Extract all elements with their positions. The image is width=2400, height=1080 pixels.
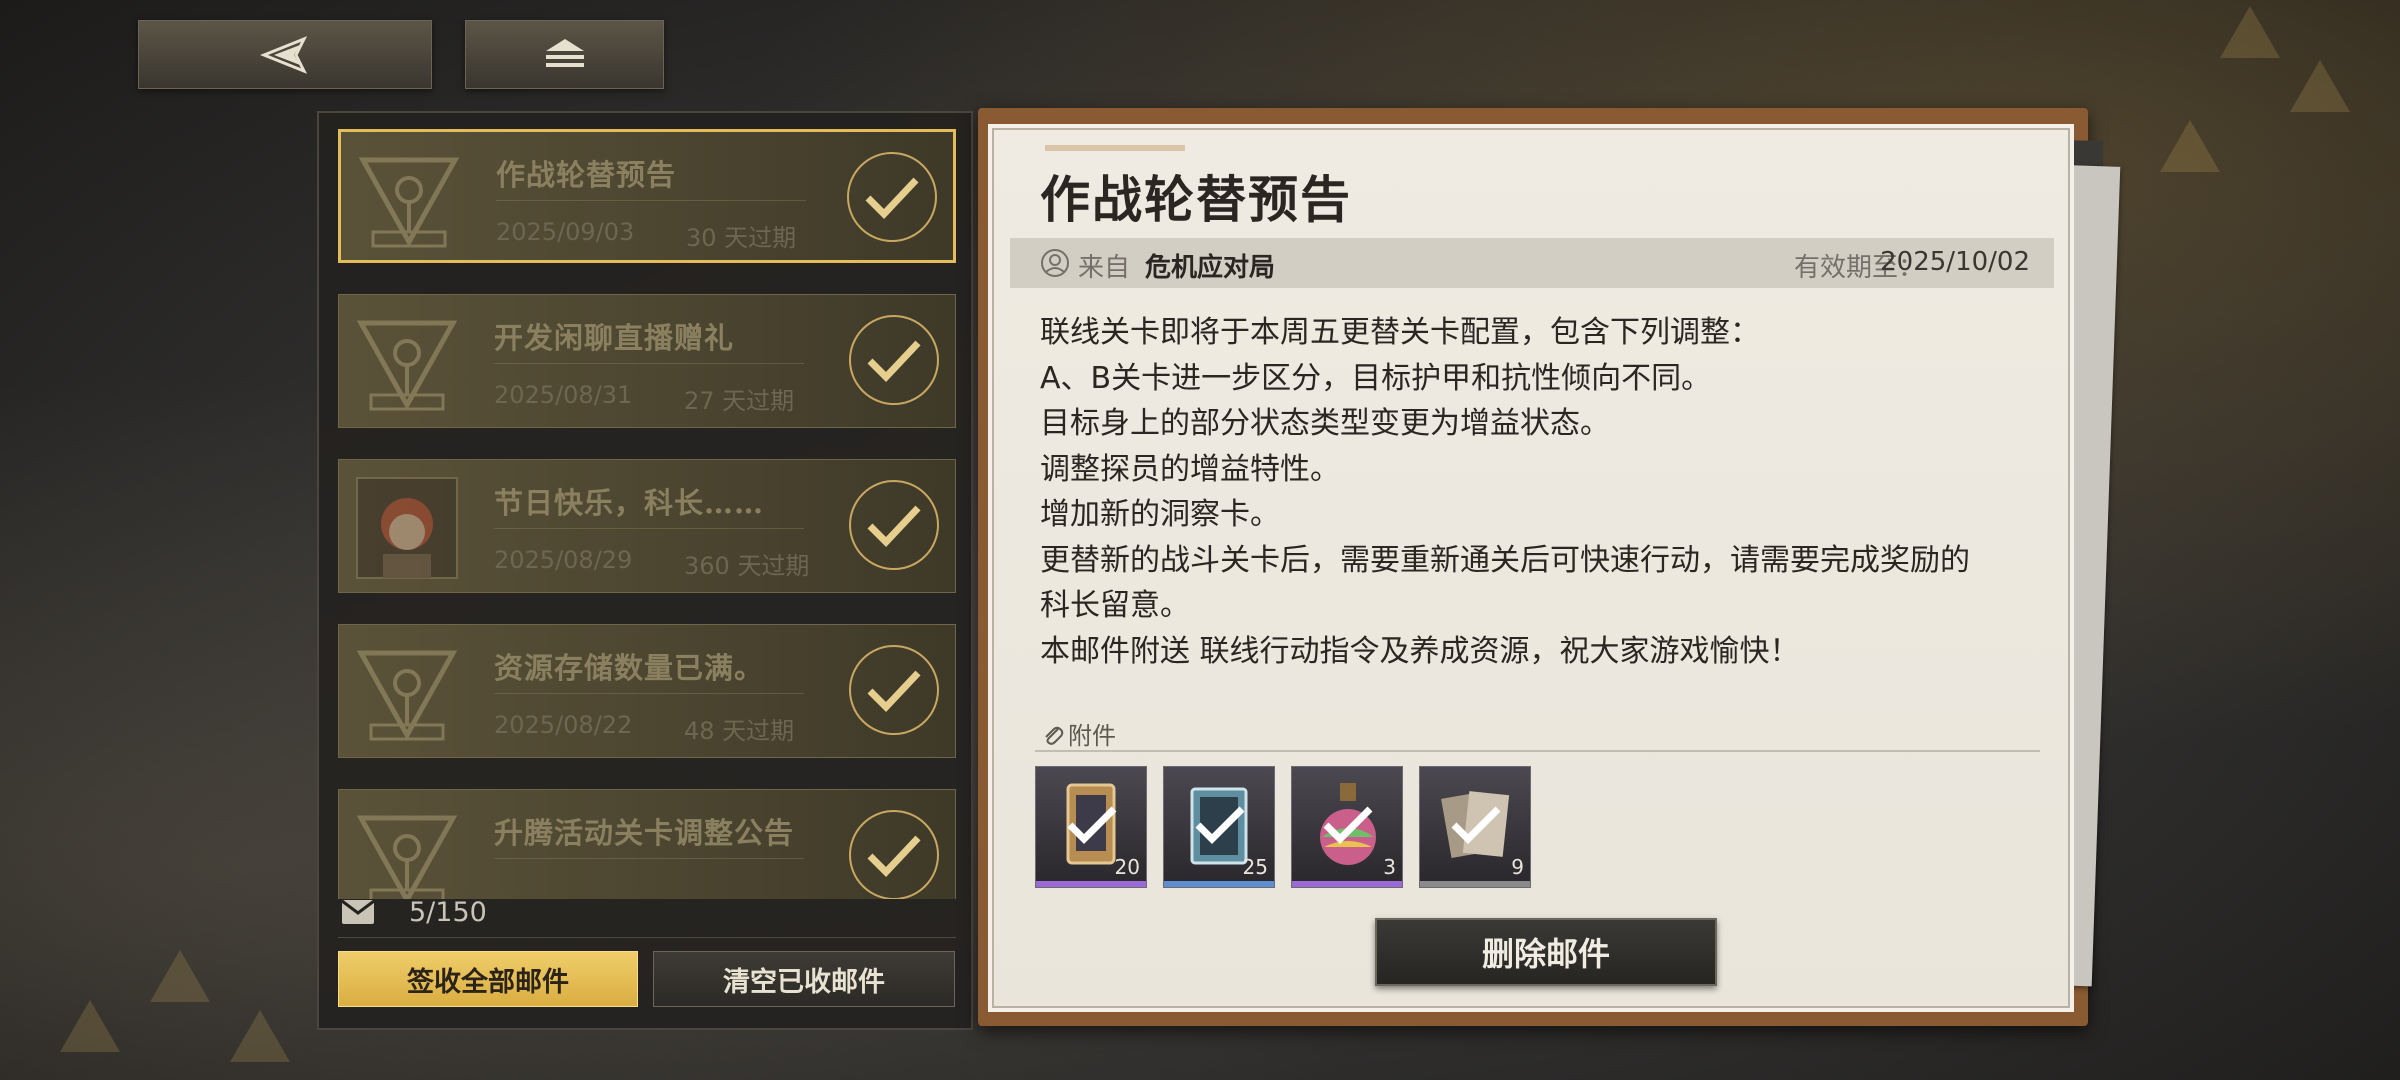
mail-item[interactable]: 资源存储数量已满。 2025/08/22 48 天过期 — [338, 624, 956, 758]
mail-list[interactable]: 作战轮替预告 2025/09/03 30 天过期 开发闲聊直播赠礼 2025/0… — [338, 129, 958, 899]
mail-title: 开发闲聊直播赠礼 — [494, 321, 735, 355]
body-line: 增加新的洞察卡。 — [1040, 497, 1280, 532]
emblem-icon — [358, 157, 460, 248]
claimed-check-icon — [1067, 806, 1117, 844]
emblem-icon — [356, 650, 458, 741]
claimed-check-icon — [849, 480, 939, 570]
body-line: 科长留意。 — [1040, 588, 1190, 623]
mail-title: 作战轮替预告 — [496, 158, 677, 192]
rarity-stripe — [1164, 881, 1274, 887]
claimed-check-icon — [849, 645, 939, 735]
attachment-pages-item[interactable]: 9 — [1419, 766, 1531, 888]
attachment-quantity: 9 — [1511, 855, 1524, 879]
claimed-check-icon — [1323, 806, 1373, 844]
decor-triangle — [2220, 6, 2280, 58]
attachment-potion-item[interactable]: 3 — [1291, 766, 1403, 888]
mail-count: 5/150 — [409, 897, 487, 928]
expiry-date: 2025/10/02 — [1880, 247, 2030, 277]
paperclip-icon — [1045, 726, 1064, 745]
claim-all-button[interactable]: 签收全部邮件 — [338, 951, 638, 1007]
mail-title: 升腾活动关卡调整公告 — [494, 816, 795, 850]
user-circle-icon — [1041, 249, 1069, 277]
body-line: 更替新的战斗关卡后，需要重新通关后可快速行动，请需要完成奖励的 — [1040, 542, 1970, 578]
character-portrait — [356, 477, 458, 579]
attachment-book-item[interactable]: 25 — [1163, 766, 1275, 888]
mail-item[interactable]: 节日快乐，科长…… 2025/08/29 360 天过期 — [338, 459, 956, 593]
emblem-icon — [356, 815, 458, 899]
claimed-check-icon — [849, 810, 939, 899]
body-line: 本邮件附送 联线行动指令及养成资源，祝大家游戏愉快！ — [1040, 633, 1800, 669]
mail-item[interactable]: 升腾活动关卡调整公告 — [338, 789, 956, 899]
body-line: 调整探员的增益特性。 — [1040, 451, 1340, 487]
divider — [496, 200, 806, 201]
back-arrow-icon — [260, 35, 308, 74]
decor-triangle — [150, 950, 210, 1002]
mail-expire: 48 天过期 — [684, 717, 795, 745]
mail-item[interactable]: 作战轮替预告 2025/09/03 30 天过期 — [338, 129, 956, 263]
home-stack-icon — [545, 38, 584, 67]
mail-expire: 27 天过期 — [684, 387, 795, 415]
divider — [494, 858, 804, 859]
sender-name: 危机应对局 — [1145, 253, 1276, 283]
claimed-check-icon — [1451, 806, 1501, 844]
sender-bar: 来自 危机应对局 有效期至： 2025/10/02 — [1010, 238, 2054, 288]
decor-triangle — [2290, 60, 2350, 112]
mail-item[interactable]: 开发闲聊直播赠礼 2025/08/31 27 天过期 — [338, 294, 956, 428]
home-button[interactable] — [465, 20, 664, 89]
body-line: 联线关卡即将于本周五更替关卡配置，包含下列调整： — [1040, 315, 1760, 350]
sender-prefix: 来自 — [1078, 253, 1131, 283]
emblem-icon — [356, 320, 458, 411]
mail-body: 联线关卡即将于本周五更替关卡配置，包含下列调整： A、B关卡进一步区分，目标护甲… — [1040, 310, 2045, 674]
mail-expire: 360 天过期 — [684, 552, 810, 580]
mail-date: 2025/09/03 — [496, 218, 635, 246]
attachment-quantity: 3 — [1383, 855, 1396, 879]
rarity-stripe — [1292, 881, 1402, 887]
paper-brand-strip — [1045, 145, 1185, 151]
rarity-stripe — [1036, 881, 1146, 887]
mail-detail-title: 作战轮替预告 — [1040, 170, 1352, 229]
claimed-check-icon — [847, 152, 937, 242]
mail-date: 2025/08/31 — [494, 381, 633, 409]
decor-triangle — [60, 1000, 120, 1052]
clear-claimed-button[interactable]: 清空已收邮件 — [653, 951, 955, 1007]
decor-triangle — [230, 1010, 290, 1062]
divider — [494, 693, 804, 694]
mail-list-panel: 作战轮替预告 2025/09/03 30 天过期 开发闲聊直播赠礼 2025/0… — [317, 111, 973, 1030]
attachment-card-item[interactable]: 20 — [1035, 766, 1147, 888]
mail-title: 资源存储数量已满。 — [494, 651, 765, 685]
delete-mail-button[interactable]: 删除邮件 — [1375, 918, 1717, 986]
attachments-header: 附件 — [1042, 716, 1116, 751]
divider — [1035, 750, 2040, 752]
rarity-stripe — [1420, 881, 1530, 887]
divider — [494, 528, 804, 529]
mail-date: 2025/08/22 — [494, 711, 633, 739]
attachment-quantity: 20 — [1114, 855, 1140, 879]
claimed-check-icon — [1195, 806, 1245, 844]
claimed-check-icon — [849, 315, 939, 405]
divider — [338, 937, 956, 938]
body-line: A、B关卡进一步区分，目标护甲和抗性倾向不同。 — [1040, 360, 1712, 396]
mail-title: 节日快乐，科长…… — [494, 486, 765, 520]
back-button[interactable] — [138, 20, 432, 89]
body-line: 目标身上的部分状态类型变更为增益状态。 — [1040, 406, 1610, 441]
mail-expire: 30 天过期 — [686, 224, 797, 252]
attachment-quantity: 25 — [1242, 855, 1268, 879]
attachments-label: 附件 — [1068, 722, 1116, 750]
mail-date: 2025/08/29 — [494, 546, 633, 574]
mail-envelope-icon — [341, 899, 375, 924]
divider — [494, 363, 804, 364]
decor-triangle — [2160, 120, 2220, 172]
